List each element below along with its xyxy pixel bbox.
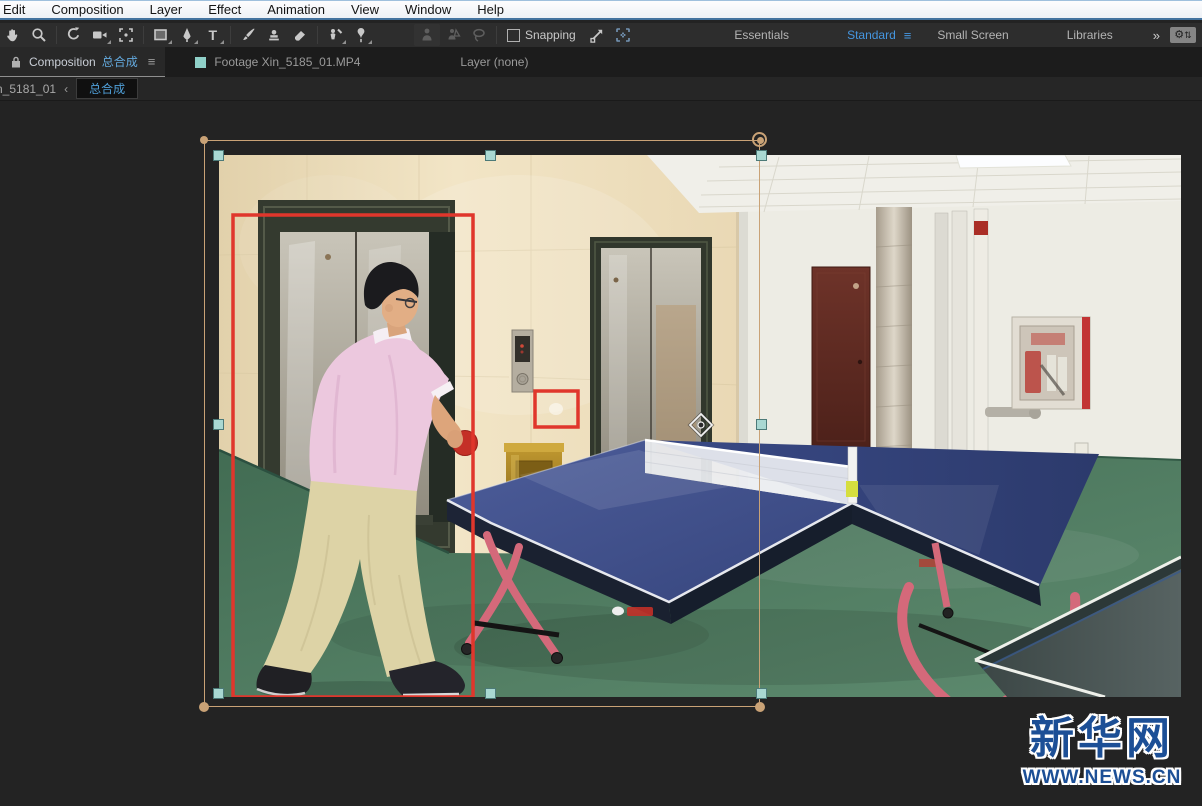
hand-tool-icon[interactable] — [0, 24, 26, 46]
clone-stamp-tool-icon[interactable] — [261, 24, 287, 46]
tool-bar: T Snapp — [0, 23, 1202, 47]
menu-view[interactable]: View — [338, 1, 392, 18]
figure-joints-icon — [440, 24, 466, 46]
menu-bar: Edit Composition Layer Effect Animation … — [0, 0, 1202, 20]
snapping-label: Snapping — [525, 28, 576, 42]
menu-edit[interactable]: Edit — [0, 1, 38, 18]
breadcrumb-separator: ‹ — [64, 82, 68, 96]
tab-layer[interactable]: Layer (none) — [450, 47, 538, 77]
xinhuanet-watermark: 新华网 WWW.NEWS.CN — [1012, 713, 1192, 791]
ceiling-light — [956, 155, 1071, 168]
type-tool-icon[interactable]: T — [200, 24, 226, 46]
watermark-url: WWW.NEWS.CN — [1012, 765, 1192, 791]
menu-animation[interactable]: Animation — [254, 1, 338, 18]
rotate-tool-icon[interactable] — [61, 24, 87, 46]
breadcrumb-parent[interactable]: n_5181_01 — [0, 82, 56, 96]
workspace-settings-button[interactable]: ⚙⇅ — [1170, 27, 1196, 43]
snap-arrow-icon[interactable] — [584, 24, 610, 46]
menu-effect[interactable]: Effect — [195, 1, 254, 18]
panel-tab-bar: Composition 总合成 ≡ Footage Xin_5185_01.MP… — [0, 47, 1202, 77]
workspace-overflow-chevron[interactable]: » — [1143, 28, 1170, 43]
after-effects-window: Edit Composition Layer Effect Animation … — [0, 0, 1202, 806]
menu-layer[interactable]: Layer — [137, 1, 196, 18]
pan-behind-tool-icon[interactable] — [113, 24, 139, 46]
bbox-handle-bottom-left[interactable] — [199, 702, 209, 712]
snapping-checkbox[interactable] — [507, 29, 520, 42]
layer-handle-top-left[interactable] — [213, 150, 224, 161]
tab-composition-name: 总合成 — [102, 53, 138, 70]
rectangle-tool-icon[interactable] — [148, 24, 174, 46]
breadcrumb-current[interactable]: 总合成 — [76, 78, 138, 99]
bbox-handle-top-left[interactable] — [200, 136, 208, 144]
layer-bounding-box — [204, 140, 760, 707]
svg-text:T: T — [209, 27, 218, 43]
layer-handle-bottom-right[interactable] — [756, 688, 767, 699]
bbox-handle-bottom-right[interactable] — [755, 702, 765, 712]
puppet-pin-tool-icon[interactable] — [348, 24, 374, 46]
composition-viewer[interactable]: 新华网 WWW.NEWS.CN — [0, 101, 1202, 806]
workspace-essentials[interactable]: Essentials — [720, 28, 803, 42]
tab-composition[interactable]: Composition 总合成 ≡ — [0, 47, 165, 77]
layer-handle-mid-left[interactable] — [213, 419, 224, 430]
tab-layer-label: Layer (none) — [460, 55, 528, 69]
eraser-tool-icon[interactable] — [287, 24, 313, 46]
menu-composition[interactable]: Composition — [38, 1, 136, 18]
lasso-icon — [466, 24, 492, 46]
bbox-handle-top-right[interactable] — [752, 132, 767, 147]
tab-footage[interactable]: Footage Xin_5185_01.MP4 — [185, 47, 370, 77]
tab-composition-label: Composition — [29, 55, 96, 69]
zoom-tool-icon[interactable] — [26, 24, 52, 46]
figure-axis-icon — [414, 24, 440, 46]
region-of-interest-icon[interactable] — [610, 24, 636, 46]
workspace-standard[interactable]: Standard — [833, 28, 900, 42]
workspace-small-screen[interactable]: Small Screen — [923, 28, 1022, 42]
roto-brush-tool-icon[interactable] — [322, 24, 348, 46]
layer-handle-top-right[interactable] — [756, 150, 767, 161]
lock-icon — [10, 55, 22, 69]
fire-cabinet — [1012, 317, 1090, 409]
layer-handle-bottom-left[interactable] — [213, 688, 224, 699]
watermark-chinese: 新华网 — [1012, 713, 1192, 765]
workspace-libraries[interactable]: Libraries — [1053, 28, 1127, 42]
menu-window[interactable]: Window — [392, 1, 464, 18]
layer-handle-mid-right[interactable] — [756, 419, 767, 430]
workspace-menu-icon[interactable]: ≡ — [900, 28, 924, 43]
layer-handle-top-center[interactable] — [485, 150, 496, 161]
pen-tool-icon[interactable] — [174, 24, 200, 46]
tab-footage-label: Footage Xin_5185_01.MP4 — [214, 55, 360, 69]
gear-icon: ⚙ — [1174, 30, 1184, 41]
panel-drag-icon — [195, 57, 206, 68]
composition-navigator: n_5181_01 ‹ 总合成 — [0, 77, 1202, 101]
panel-menu-icon[interactable]: ≡ — [148, 54, 156, 69]
sync-arrows-icon: ⇅ — [1184, 31, 1192, 40]
camera-tool-icon[interactable] — [87, 24, 113, 46]
menu-help[interactable]: Help — [464, 1, 517, 18]
brown-door — [812, 267, 870, 447]
brush-tool-icon[interactable] — [235, 24, 261, 46]
layer-handle-bottom-center[interactable] — [485, 688, 496, 699]
anchor-point-icon[interactable] — [687, 411, 715, 439]
